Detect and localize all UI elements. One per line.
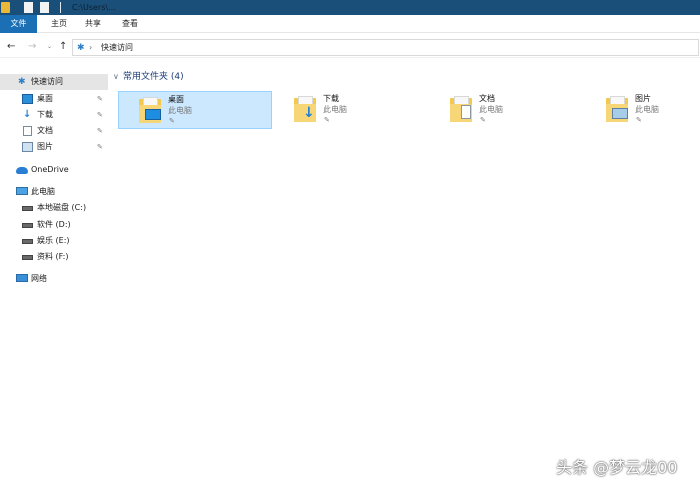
sidebar-item-label: 资料 (F:) <box>37 252 69 261</box>
quick-access-icon: ✱ <box>18 77 26 87</box>
folder-tile-desktop[interactable]: 桌面 此电脑 ✎ <box>118 91 272 129</box>
folder-name: 下载 <box>323 94 339 103</box>
sidebar-item-label: 文档 <box>37 126 53 135</box>
address-row: ← → ⌄ ↑ ✱ › 快速访问 <box>0 37 700 58</box>
tab-view[interactable]: 查看 <box>117 15 143 33</box>
watermark: 头条 @梦云龙00 <box>556 458 678 477</box>
document-icon[interactable] <box>24 2 33 13</box>
folder-tile-pictures[interactable]: 图片 此电脑 ✎ <box>586 91 698 129</box>
pin-icon: ✎ <box>97 111 103 119</box>
folder-location: 此电脑 <box>168 106 192 115</box>
downloads-folder-icon: ↓ <box>294 96 316 122</box>
window-title: C:\Users\... <box>72 3 116 12</box>
sidebar-item-onedrive[interactable]: OneDrive <box>0 162 108 178</box>
documents-folder-icon <box>450 96 472 122</box>
forward-arrow-icon[interactable]: → <box>28 40 36 54</box>
pin-icon: ✎ <box>324 116 330 124</box>
drive-icon <box>22 239 33 244</box>
sidebar-item-drive-e[interactable]: 娱乐 (E:) <box>0 233 108 249</box>
sidebar-item-downloads[interactable]: ↓ 下载 ✎ <box>0 107 108 123</box>
desktop-folder-icon <box>139 97 161 123</box>
sidebar-item-label: 本地磁盘 (C:) <box>37 203 87 212</box>
sidebar-item-label: OneDrive <box>31 165 69 174</box>
breadcrumb[interactable]: 快速访问 <box>101 42 133 54</box>
sidebar-item-drive-d[interactable]: 软件 (D:) <box>0 217 108 233</box>
sidebar-item-pictures[interactable]: 图片 ✎ <box>0 139 108 155</box>
drive-icon <box>22 206 33 211</box>
drive-icon <box>22 223 33 228</box>
sidebar-item-label: 此电脑 <box>31 187 55 196</box>
sidebar-item-documents[interactable]: 文档 ✎ <box>0 123 108 139</box>
titlebar-divider <box>60 2 61 13</box>
pin-icon: ✎ <box>480 116 486 124</box>
collapse-chevron-icon[interactable]: ∨ <box>113 70 123 84</box>
sidebar-item-label: 娱乐 (E:) <box>37 236 70 245</box>
sidebar-item-label: 网络 <box>31 274 47 283</box>
desktop-icon <box>22 94 33 104</box>
sidebar-item-label: 桌面 <box>37 94 53 103</box>
back-arrow-icon[interactable]: ← <box>7 40 15 54</box>
sidebar-item-drive-c[interactable]: 本地磁盘 (C:) <box>0 200 108 216</box>
tab-share[interactable]: 共享 <box>80 15 106 33</box>
sidebar-item-quick-access[interactable]: ✱ 快速访问 <box>0 74 108 90</box>
sidebar-item-label: 下载 <box>37 110 53 119</box>
folder-name: 图片 <box>635 94 651 103</box>
folder-location: 此电脑 <box>323 105 347 114</box>
pin-icon: ✎ <box>636 116 642 124</box>
pin-icon: ✎ <box>169 117 175 125</box>
download-icon: ↓ <box>23 109 32 120</box>
folder-name: 桌面 <box>168 95 184 104</box>
recent-locations-chevron-icon[interactable]: ⌄ <box>47 40 52 54</box>
quick-access-icon: ✱ <box>77 43 85 53</box>
navigation-pane: ✱ 快速访问 桌面 ✎ ↓ 下载 ✎ 文档 ✎ 图片 ✎ OneDrive 此电… <box>0 70 108 491</box>
pictures-folder-icon <box>606 96 628 122</box>
folder-tile-documents[interactable]: 文档 此电脑 ✎ <box>430 91 584 129</box>
folder-name: 文档 <box>479 94 495 103</box>
breadcrumb-chevron-icon[interactable]: › <box>89 42 92 54</box>
address-bar[interactable]: ✱ › 快速访问 <box>72 39 699 56</box>
group-title: 常用文件夹 (4) <box>123 72 184 82</box>
up-arrow-icon[interactable]: ↑ <box>59 40 67 54</box>
folder-tile-downloads[interactable]: ↓ 下载 此电脑 ✎ <box>274 91 428 129</box>
sidebar-item-label: 软件 (D:) <box>37 220 71 229</box>
drive-icon <box>22 255 33 260</box>
onedrive-cloud-icon <box>16 167 28 174</box>
group-header-frequent-folders[interactable]: ∨ 常用文件夹 (4) <box>113 70 184 84</box>
file-explorer-window: C:\Users\... 文件 主页 共享 查看 ← → ⌄ ↑ ✱ › 快速访… <box>0 0 700 491</box>
sidebar-item-label: 快速访问 <box>31 77 63 86</box>
this-pc-icon <box>16 187 28 195</box>
ribbon-tabs: 文件 主页 共享 查看 <box>0 15 700 33</box>
folder-icon <box>1 2 10 13</box>
pin-icon: ✎ <box>97 143 103 151</box>
folder-location: 此电脑 <box>479 105 503 114</box>
sidebar-item-label: 图片 <box>37 142 53 151</box>
sidebar-item-this-pc[interactable]: 此电脑 <box>0 184 108 200</box>
document-icon[interactable] <box>40 2 49 13</box>
folder-location: 此电脑 <box>635 105 659 114</box>
sidebar-item-network[interactable]: 网络 <box>0 271 108 287</box>
sidebar-item-desktop[interactable]: 桌面 ✎ <box>0 91 108 107</box>
title-bar: C:\Users\... <box>0 0 700 15</box>
tab-file[interactable]: 文件 <box>0 15 37 33</box>
pictures-icon <box>22 142 33 152</box>
tab-home[interactable]: 主页 <box>46 15 72 33</box>
sidebar-item-drive-f[interactable]: 资料 (F:) <box>0 249 108 265</box>
documents-icon <box>23 126 32 136</box>
pin-icon: ✎ <box>97 95 103 103</box>
pin-icon: ✎ <box>97 127 103 135</box>
network-icon <box>16 274 28 282</box>
